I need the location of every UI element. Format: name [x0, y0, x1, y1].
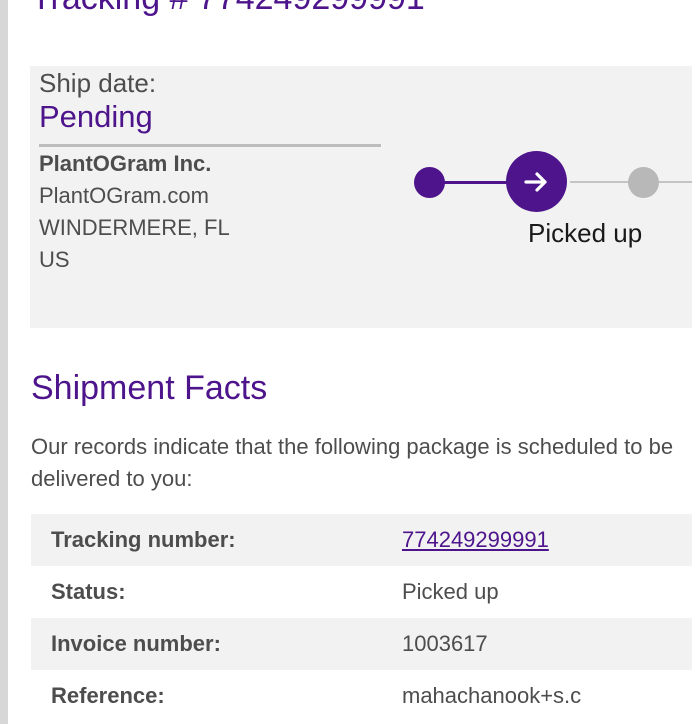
arrow-right-icon [523, 171, 547, 192]
fact-label: Reference: [51, 683, 165, 708]
shipper-website: PlantOGram.com [39, 183, 209, 208]
fact-value: mahachanook+s.c [402, 683, 582, 708]
left-border [0, 0, 8, 724]
tracking-number-link[interactable]: 774249299991 [402, 527, 549, 553]
current-status-label: Picked up [528, 218, 643, 248]
shipper-name: PlantOGram Inc. [39, 151, 212, 176]
fact-label: Status: [51, 579, 126, 604]
fact-row-status: Status: Picked up [31, 566, 692, 618]
fact-label: Tracking number: [51, 527, 236, 552]
fact-value: 1003617 [402, 631, 488, 656]
shipment-facts-table: Tracking number: 774249299991 Status: Pi… [31, 514, 692, 722]
shipper-city-state: WINDERMERE, FL [39, 215, 230, 240]
fact-row-invoice-number: Invoice number: 1003617 [31, 618, 692, 670]
shipment-facts-intro: Our records indicate that the following … [31, 434, 674, 491]
progress-step-in-transit [628, 167, 659, 198]
fact-row-tracking-number: Tracking number: 774249299991 [31, 514, 692, 566]
ship-date-label: Ship date: [39, 68, 157, 98]
tracking-page: Tracking # 774249299991 Ship date: Pendi… [0, 0, 692, 724]
progress-step-picked-up [506, 151, 567, 212]
fact-label: Invoice number: [51, 631, 221, 656]
shipment-summary-panel: Ship date: Pending PlantOGram Inc. Plant… [30, 66, 692, 328]
tracking-heading: Tracking # 774249299991 [31, 0, 425, 18]
shipment-facts-title: Shipment Facts [31, 369, 268, 407]
fact-row-reference: Reference: mahachanook+s.c [31, 670, 692, 722]
progress-step-label-created [414, 167, 445, 198]
ship-date-value: Pending [39, 99, 153, 134]
shipper-country: US [39, 247, 70, 272]
fact-value: Picked up [402, 579, 499, 604]
divider [39, 144, 381, 147]
